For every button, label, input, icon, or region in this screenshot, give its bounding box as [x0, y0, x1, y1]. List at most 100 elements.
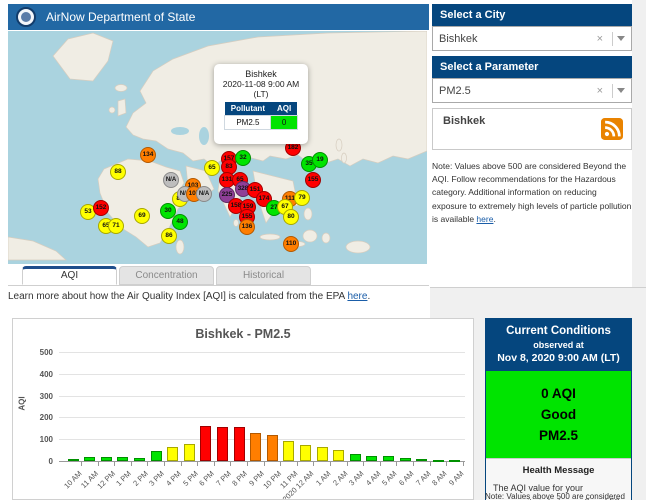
chart-bar[interactable]	[333, 450, 344, 461]
chart-y-tick: 500	[27, 348, 53, 357]
chart-gridline	[59, 461, 465, 462]
city-widget: Select a City Bishkek ×	[432, 4, 632, 51]
aqi-marker[interactable]: 86	[161, 228, 177, 244]
rss-panel: Bishkek	[432, 108, 632, 150]
epa-here-link[interactable]: here	[347, 291, 367, 302]
aqi-marker[interactable]: 65	[204, 160, 220, 176]
parameter-widget: Select a Parameter PM2.5 ×	[432, 56, 632, 103]
chart-bar[interactable]	[383, 456, 394, 461]
chart-bar[interactable]	[151, 451, 162, 461]
chart-x-label: 3 AM	[347, 469, 365, 487]
chart-x-tick	[230, 462, 231, 466]
aqi-marker[interactable]: N/A	[196, 186, 212, 202]
chart-y-tick: 100	[27, 435, 53, 444]
chevron-down-icon[interactable]	[617, 88, 625, 93]
chart-bar[interactable]	[84, 457, 95, 461]
chart-bar[interactable]	[433, 460, 444, 462]
chart-bar[interactable]	[366, 456, 377, 461]
chart-x-tick	[347, 462, 348, 466]
chart-bar[interactable]	[300, 445, 311, 461]
chart-bar[interactable]	[283, 441, 294, 461]
chart-gridline	[59, 374, 465, 375]
parameter-select-value: PM2.5	[439, 85, 592, 97]
aqi-marker[interactable]: N/A	[163, 172, 179, 188]
aqi-marker[interactable]: 152	[93, 200, 109, 216]
chart-x-label: 2 PM	[131, 469, 150, 488]
chart-x-label: 10 AM	[62, 469, 83, 490]
chart-x-tick	[197, 462, 198, 466]
aqi-marker[interactable]: 155	[305, 172, 321, 188]
aqi-value: 0 AQI	[490, 383, 627, 404]
select-separator	[612, 84, 613, 98]
chart-x-label: 9 AM	[447, 469, 465, 487]
chart-x-tick	[181, 462, 182, 466]
chart-x-label: 12 PM	[95, 469, 117, 491]
chart-bar[interactable]	[167, 447, 178, 461]
chart-bar[interactable]	[200, 426, 211, 461]
chart-x-label: 6 AM	[397, 469, 415, 487]
popup-col-pollutant: Pollutant	[225, 102, 271, 116]
tab-bar: AQI Concentration Historical	[8, 266, 429, 286]
aqi-marker[interactable]: 69	[134, 208, 150, 224]
chart-bar[interactable]	[101, 457, 112, 461]
tab-historical[interactable]: Historical	[216, 266, 311, 285]
chart-bar[interactable]	[134, 458, 145, 461]
aqi-marker[interactable]: 32	[235, 150, 251, 166]
aqi-marker[interactable]: 48	[172, 214, 188, 230]
chart-title: Bishkek - PM2.5	[13, 327, 473, 341]
chart-x-tick	[380, 462, 381, 466]
chart-gridline	[59, 352, 465, 353]
chart-x-tick	[396, 462, 397, 466]
aqi-marker[interactable]: 134	[140, 147, 156, 163]
aqi-marker[interactable]: 136	[239, 219, 255, 235]
aqi-marker[interactable]: 79	[294, 190, 310, 206]
dos-seal-icon	[16, 7, 36, 27]
chart-bar[interactable]	[350, 454, 361, 461]
sidebar-note: Note: Values above 500 are considered Be…	[432, 160, 634, 226]
chart-x-tick	[363, 462, 364, 466]
chart-bar[interactable]	[184, 444, 195, 461]
chart-x-tick	[280, 462, 281, 466]
city-clear-icon[interactable]: ×	[592, 33, 608, 45]
parameter-widget-header: Select a Parameter	[432, 56, 632, 78]
chart-x-label: 7 AM	[414, 469, 432, 487]
chart-bar[interactable]	[449, 460, 460, 462]
rss-icon[interactable]	[601, 118, 623, 145]
chart-bar[interactable]	[234, 427, 245, 461]
chart-bar[interactable]	[217, 427, 228, 461]
popup-aqi-value: 0	[271, 116, 297, 130]
chart-bar[interactable]	[317, 447, 328, 461]
aqi-marker[interactable]: 110	[283, 236, 299, 252]
learn-more-text: Learn more about how the Air Quality Ind…	[8, 291, 370, 302]
city-select[interactable]: Bishkek ×	[432, 26, 632, 51]
aqi-marker[interactable]: 19	[312, 152, 328, 168]
chart-bar[interactable]	[416, 459, 427, 461]
chart-x-label: 3 PM	[148, 469, 167, 488]
chart-y-axis-label: AQI	[18, 396, 27, 410]
world-map[interactable]: 13488N/A88103N/A107N/A531526571693048866…	[8, 31, 427, 264]
aqi-marker[interactable]: 71	[108, 218, 124, 234]
tab-aqi[interactable]: AQI	[22, 266, 117, 285]
tab-concentration[interactable]: Concentration	[119, 266, 214, 285]
chevron-down-icon[interactable]	[617, 36, 625, 41]
chart-x-tick	[214, 462, 215, 466]
chart-bar[interactable]	[250, 433, 261, 461]
parameter-select[interactable]: PM2.5 ×	[432, 78, 632, 103]
popup-col-aqi: AQI	[271, 102, 297, 116]
chart-gridline	[59, 417, 465, 418]
aqi-marker[interactable]: 88	[110, 164, 126, 180]
parameter-clear-icon[interactable]: ×	[592, 85, 608, 97]
chart-x-label: 1 AM	[314, 469, 332, 487]
observed-at-label: observed at	[490, 340, 627, 350]
chart-bar[interactable]	[400, 458, 411, 461]
city-widget-header: Select a City	[432, 4, 632, 26]
chart-y-tick: 0	[27, 457, 53, 466]
note-here-link[interactable]: here	[476, 214, 493, 224]
chart-bar[interactable]	[68, 459, 79, 461]
popup-timezone: (LT)	[214, 89, 308, 99]
chart-bar[interactable]	[117, 457, 128, 461]
right-divider	[430, 287, 646, 288]
aqi-marker[interactable]: 80	[283, 209, 299, 225]
chart-bar[interactable]	[267, 435, 278, 461]
chart-x-label: 5 AM	[380, 469, 398, 487]
